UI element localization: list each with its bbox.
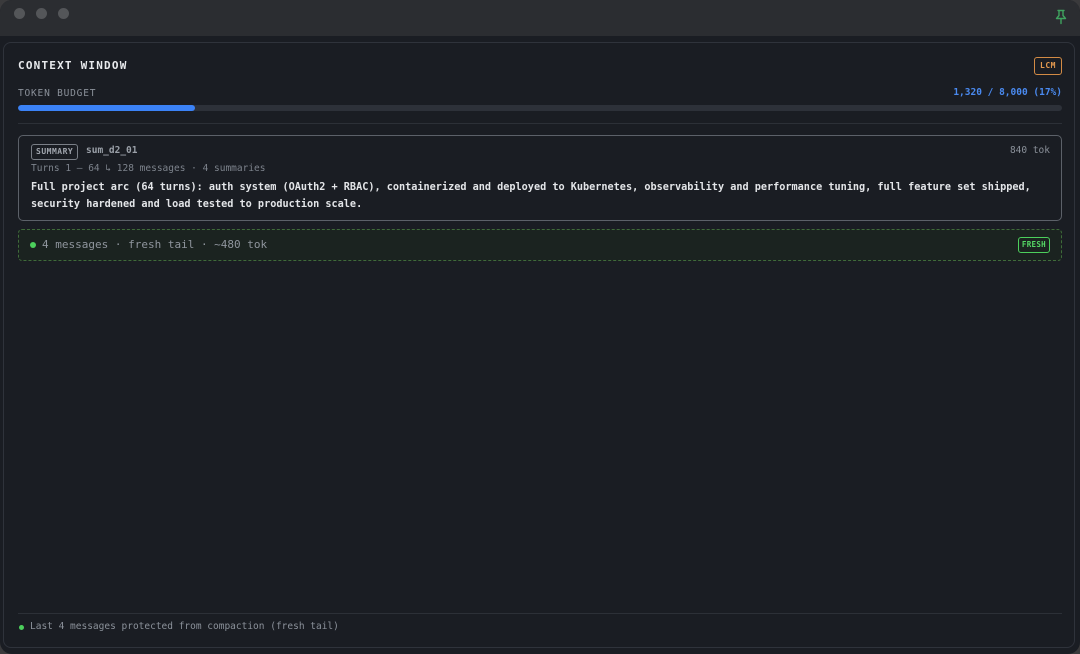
summary-id: sum_d2_01 bbox=[86, 145, 138, 156]
status-dot-icon bbox=[30, 242, 36, 248]
token-budget-value: 1,320 / 8,000 (17%) bbox=[953, 87, 1062, 98]
status-dot-icon bbox=[19, 625, 24, 630]
minimize-icon[interactable] bbox=[36, 8, 47, 19]
fresh-tail-row[interactable]: 4 messages · fresh tail · ~480 tok FRESH bbox=[18, 229, 1062, 261]
close-icon[interactable] bbox=[14, 8, 25, 19]
divider bbox=[18, 123, 1062, 124]
pin-icon[interactable] bbox=[1054, 9, 1068, 25]
context-window-panel: CONTEXT WINDOW LCM TOKEN BUDGET 1,320 / … bbox=[3, 42, 1075, 648]
summary-text: Full project arc (64 turns): auth system… bbox=[31, 182, 1031, 210]
summary-meta: Turns 1 – 64 ↳ 128 messages · 4 summarie… bbox=[31, 163, 266, 174]
token-budget-label: TOKEN BUDGET bbox=[18, 88, 97, 99]
summary-token-count: 840 tok bbox=[1009, 145, 1050, 156]
token-budget-fill bbox=[18, 105, 196, 111]
panel-title: CONTEXT WINDOW bbox=[18, 59, 128, 72]
title-bar bbox=[0, 0, 1080, 36]
fresh-tail-text: 4 messages · fresh tail · ~480 tok bbox=[42, 238, 268, 251]
fresh-badge: FRESH bbox=[1017, 237, 1050, 253]
app-window: CONTEXT WINDOW LCM TOKEN BUDGET 1,320 / … bbox=[0, 0, 1080, 654]
lcm-badge: LCM bbox=[1034, 57, 1062, 75]
footer-note: Last 4 messages protected from compactio… bbox=[30, 621, 339, 632]
divider bbox=[18, 613, 1062, 614]
summary-card[interactable]: SUMMARY sum_d2_01 840 tok Turns 1 – 64 ↳… bbox=[18, 135, 1062, 221]
token-budget-bar bbox=[18, 105, 1062, 111]
summary-badge: SUMMARY bbox=[31, 144, 79, 160]
zoom-icon[interactable] bbox=[58, 8, 69, 19]
